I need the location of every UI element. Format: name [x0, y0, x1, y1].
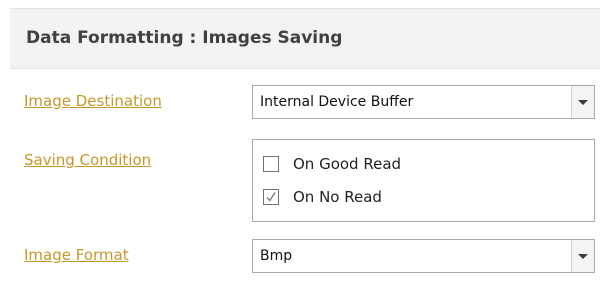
saving-condition-list: On Good Read On No Read: [252, 139, 595, 222]
chevron-down-icon: [578, 254, 588, 259]
image-format-dropdown-button[interactable]: [571, 240, 594, 272]
image-format-value: Bmp: [260, 248, 293, 264]
option-on-no-read[interactable]: On No Read: [263, 186, 563, 208]
image-destination-value: Internal Device Buffer: [260, 94, 414, 110]
image-destination-dropdown-button[interactable]: [571, 86, 594, 118]
image-destination-label[interactable]: Image Destination: [24, 92, 162, 110]
check-icon: [266, 192, 276, 202]
on-good-read-label: On Good Read: [293, 155, 402, 173]
on-no-read-checkbox[interactable]: [263, 189, 279, 205]
on-good-read-checkbox[interactable]: [263, 156, 279, 172]
image-format-select[interactable]: Bmp: [252, 239, 595, 273]
saving-condition-label[interactable]: Saving Condition: [24, 151, 151, 169]
section-header: Data Formatting : Images Saving: [10, 9, 600, 69]
section-title: Data Formatting : Images Saving: [26, 28, 343, 48]
on-no-read-label: On No Read: [293, 188, 382, 206]
chevron-down-icon: [578, 100, 588, 105]
image-destination-select[interactable]: Internal Device Buffer: [252, 85, 595, 119]
image-format-label[interactable]: Image Format: [24, 246, 129, 264]
images-saving-panel: Data Formatting : Images Saving Image De…: [0, 0, 600, 292]
option-on-good-read[interactable]: On Good Read: [263, 153, 563, 175]
